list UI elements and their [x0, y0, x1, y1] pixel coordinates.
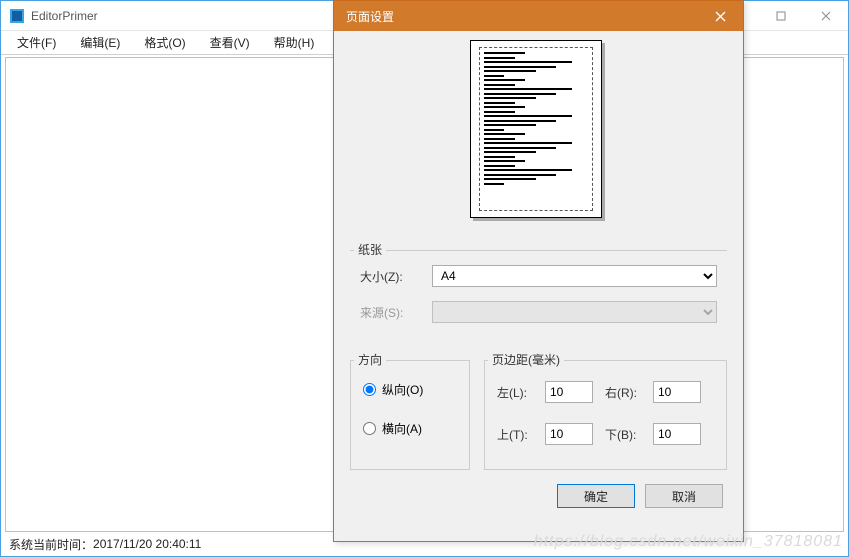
page-preview — [350, 43, 727, 221]
portrait-label: 纵向(O) — [382, 381, 423, 398]
paper-group: 纸张 大小(Z): A4 来源(S): — [350, 233, 727, 333]
menu-view[interactable]: 查看(V) — [200, 32, 260, 53]
menu-help[interactable]: 帮助(H) — [264, 32, 325, 53]
landscape-radio[interactable]: 横向(A) — [363, 420, 457, 437]
paper-group-title: 纸张 — [354, 241, 386, 258]
app-icon — [9, 8, 25, 24]
portrait-radio-input[interactable] — [363, 383, 376, 396]
status-prefix: 系统当前时间： — [9, 536, 93, 553]
maximize-button[interactable] — [758, 1, 803, 30]
landscape-label: 横向(A) — [382, 420, 422, 437]
status-time: 2017/11/20 20:40:11 — [93, 537, 201, 551]
close-button[interactable] — [803, 1, 848, 30]
margin-right-input[interactable] — [653, 381, 701, 403]
size-label: 大小(Z): — [360, 268, 432, 285]
orientation-group-title: 方向 — [354, 351, 386, 368]
dialog-title: 页面设置 — [346, 8, 394, 25]
page-setup-dialog: 页面设置 — [333, 0, 744, 542]
source-select — [432, 301, 717, 323]
menu-file[interactable]: 文件(F) — [7, 32, 66, 53]
dialog-body: 纸张 大小(Z): A4 来源(S): 方向 — [334, 31, 743, 470]
margin-left-input[interactable] — [545, 381, 593, 403]
dialog-actions: 确定 取消 — [334, 470, 743, 522]
margins-group-title: 页边距(毫米) — [488, 351, 564, 368]
menu-edit[interactable]: 编辑(E) — [70, 32, 130, 53]
margin-bottom-input[interactable] — [653, 423, 701, 445]
margins-group: 页边距(毫米) 左(L): 右(R): 上(T): 下(B): — [484, 343, 727, 470]
margin-right-label: 右(R): — [605, 384, 645, 401]
dialog-close-button[interactable] — [698, 1, 743, 31]
app-title: EditorPrimer — [31, 9, 98, 23]
size-select[interactable]: A4 — [432, 265, 717, 287]
ok-button[interactable]: 确定 — [557, 484, 635, 508]
margin-top-input[interactable] — [545, 423, 593, 445]
dialog-titlebar: 页面设置 — [334, 1, 743, 31]
margin-left-label: 左(L): — [497, 384, 537, 401]
portrait-radio[interactable]: 纵向(O) — [363, 381, 457, 398]
orientation-group: 方向 纵向(O) 横向(A) — [350, 343, 470, 470]
landscape-radio-input[interactable] — [363, 422, 376, 435]
cancel-button[interactable]: 取消 — [645, 484, 723, 508]
margin-bottom-label: 下(B): — [605, 426, 645, 443]
source-label: 来源(S): — [360, 304, 432, 321]
margin-top-label: 上(T): — [497, 426, 537, 443]
menu-format[interactable]: 格式(O) — [134, 32, 195, 53]
